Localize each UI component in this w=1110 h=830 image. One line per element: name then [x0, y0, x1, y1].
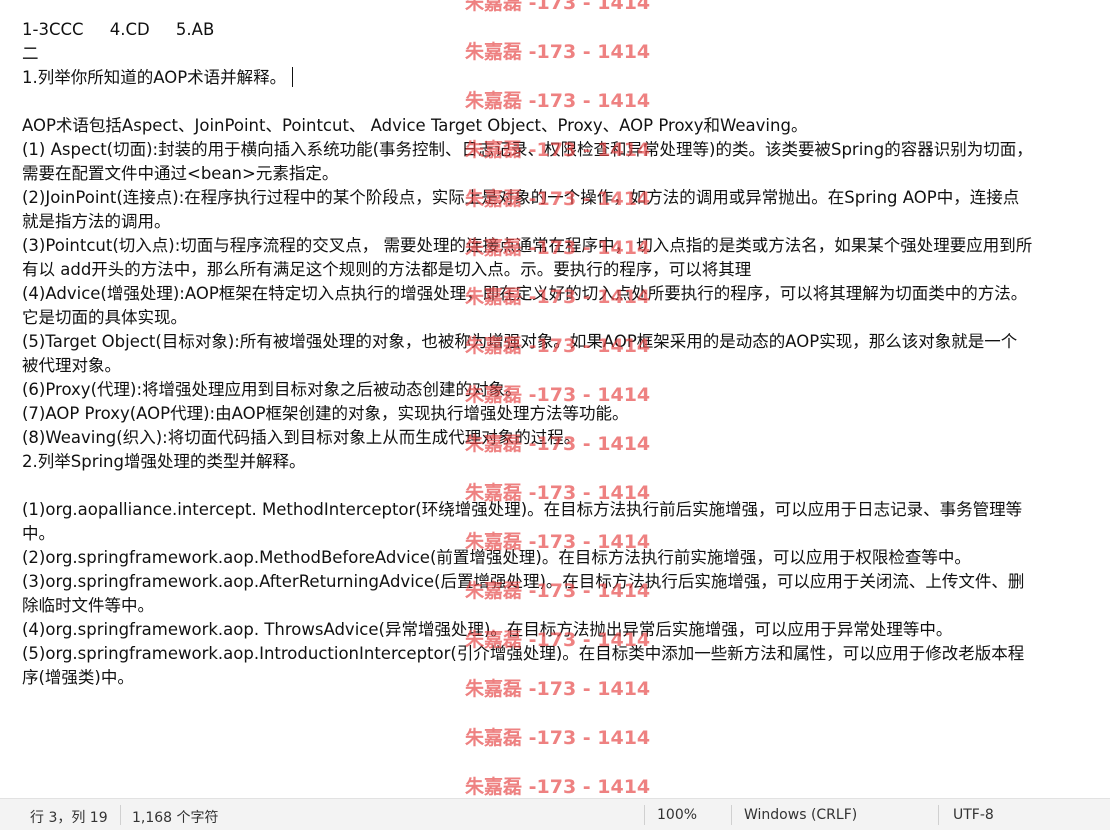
text-line: (2)org.springframework.aop.MethodBeforeA… [22, 548, 971, 567]
status-bar: 行 3，列 19 1,168 个字符 100% Windows (CRLF) U… [0, 798, 1110, 830]
text-editor-area[interactable]: 1-3CCC 4.CD 5.AB 二 1.列举你所知道的AOP术语并解释。 AO… [0, 0, 1110, 798]
text-line: AOP术语包括Aspect、JoinPoint、Pointcut、 Advice… [22, 116, 808, 135]
text-line-content: 1.列举你所知道的AOP术语并解释。 [22, 68, 287, 87]
text-line: 需要在配置文件中通过<bean>元素指定。 [22, 164, 339, 183]
text-line: 二 [22, 44, 39, 63]
text-line: (3)org.springframework.aop.AfterReturnin… [22, 572, 1025, 591]
text-line: (3)Pointcut(切入点):切面与程序流程的交叉点， 需要处理的连接点通常… [22, 236, 1033, 255]
text-line: 序(增强类)中。 [22, 668, 134, 687]
encoding[interactable]: UTF-8 [953, 807, 994, 823]
text-line: (6)Proxy(代理):将增强处理应用到目标对象之后被动态创建的对象。 [22, 380, 522, 399]
line-ending[interactable]: Windows (CRLF) [744, 807, 857, 823]
text-line: 有以 add开头的方法中，那么所有满足这个规则的方法都是切入点。示。要执行的程序… [22, 260, 752, 279]
text-line: (8)Weaving(织入):将切面代码插入到目标对象上从而生成代理对象的过程。 [22, 428, 581, 447]
text-line: (4)org.springframework.aop. ThrowsAdvice… [22, 620, 953, 639]
text-line: (4)Advice(增强处理):AOP框架在特定切入点执行的增强处理，即在定义好… [22, 284, 1028, 303]
text-line: (5)Target Object(目标对象):所有被增强处理的对象，也被称为增强… [22, 332, 1018, 351]
text-line: 中。 [22, 524, 55, 543]
status-divider [731, 805, 732, 825]
watermark-text: 朱嘉磊 -173 - 1414 [465, 0, 651, 14]
character-count: 1,168 个字符 [132, 810, 219, 826]
status-divider [644, 805, 645, 825]
watermark-text: 朱嘉磊 -173 - 1414 [465, 90, 651, 112]
text-line: 就是指方法的调用。 [22, 212, 171, 231]
status-divider [120, 805, 121, 825]
watermark-text: 朱嘉磊 -173 - 1414 [465, 727, 651, 749]
text-line: (1)org.aopalliance.intercept. MethodInte… [22, 500, 1023, 519]
text-line: 1-3CCC 4.CD 5.AB [22, 20, 215, 39]
text-line: 除临时文件等中。 [22, 596, 154, 615]
watermark-text: 朱嘉磊 -173 - 1414 [465, 776, 651, 798]
text-line: (1) Aspect(切面):封装的用于横向插入系统功能(事务控制、日志记录、权… [22, 140, 1033, 159]
text-line: (5)org.springframework.aop.IntroductionI… [22, 644, 1025, 663]
text-line: 1.列举你所知道的AOP术语并解释。 [22, 66, 1106, 90]
text-line: (2)JoinPoint(连接点):在程序执行过程中的某个阶段点，实际上是对象的… [22, 188, 1020, 207]
text-line: 被代理对象。 [22, 356, 121, 375]
text-line: (7)AOP Proxy(AOP代理):由AOP框架创建的对象，实现执行增强处理… [22, 404, 629, 423]
text-line: 它是切面的具体实现。 [22, 308, 187, 327]
zoom-level[interactable]: 100% [657, 807, 697, 823]
status-divider [938, 805, 939, 825]
text-caret [292, 67, 294, 87]
text-line: 2.列举Spring增强处理的类型并解释。 [22, 452, 306, 471]
cursor-position[interactable]: 行 3，列 19 [30, 807, 108, 827]
